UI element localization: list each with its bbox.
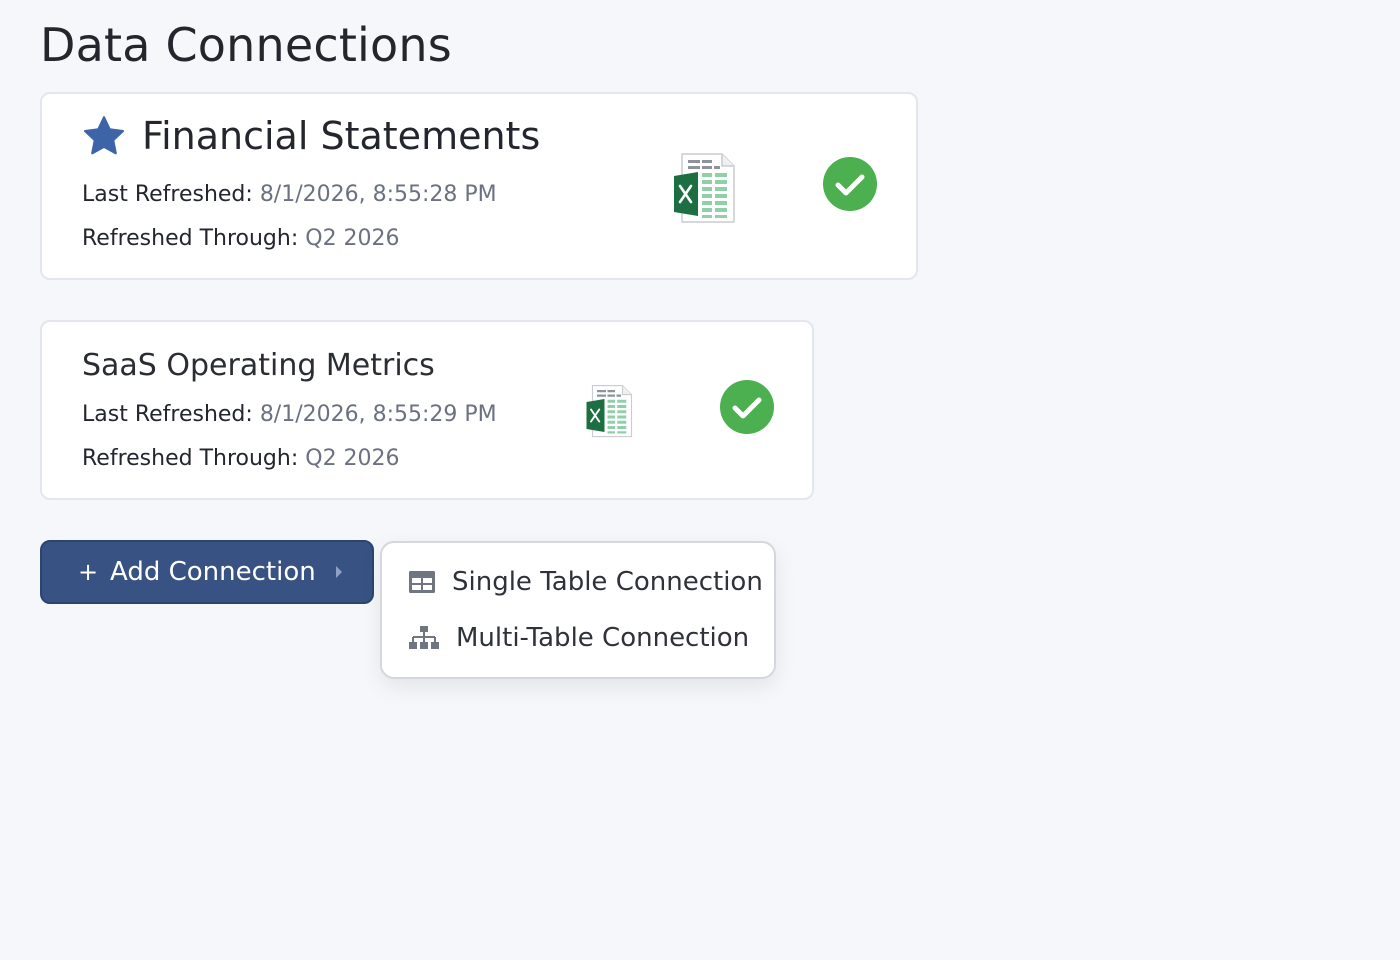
chevron-right-icon	[335, 566, 342, 578]
add-connection-button[interactable]: + Add Connection	[40, 540, 374, 604]
last-refreshed-value: 8/1/2026, 8:55:29 PM	[259, 402, 497, 427]
card-title-row: Financial Statements	[82, 114, 540, 158]
last-refreshed-label: Last Refreshed:	[82, 182, 253, 207]
last-refreshed: Last Refreshed: 8/1/2026, 8:55:29 PM	[82, 402, 497, 427]
connection-card-financial-statements[interactable]: Financial Statements Last Refreshed: 8/1…	[40, 92, 918, 280]
add-connection-label: Add Connection	[110, 557, 316, 587]
table-icon	[409, 571, 435, 593]
menu-item-single-table-connection[interactable]: Single Table Connection	[408, 567, 763, 597]
connection-name: SaaS Operating Metrics	[82, 348, 435, 383]
refreshed-through-label: Refreshed Through:	[82, 446, 299, 471]
plus-icon: +	[78, 558, 99, 586]
menu-item-label: Single Table Connection	[452, 567, 763, 597]
last-refreshed: Last Refreshed: 8/1/2026, 8:55:28 PM	[82, 182, 497, 207]
check-circle-icon	[720, 380, 774, 434]
page-title: Data Connections	[40, 18, 452, 72]
star-icon[interactable]	[82, 114, 126, 158]
menu-item-multi-table-connection[interactable]: Multi-Table Connection	[408, 623, 749, 653]
refreshed-through: Refreshed Through: Q2 2026	[82, 446, 400, 471]
hierarchy-icon	[409, 626, 439, 649]
connection-card-saas-operating-metrics[interactable]: SaaS Operating Metrics Last Refreshed: 8…	[40, 320, 814, 500]
add-connection-menu: Single Table Connection Multi-Table Conn…	[380, 541, 776, 679]
refreshed-through-label: Refreshed Through:	[82, 226, 299, 251]
excel-file-icon	[674, 153, 735, 223]
check-circle-icon	[823, 157, 877, 211]
refreshed-through-value: Q2 2026	[305, 226, 400, 251]
connection-name: Financial Statements	[142, 114, 541, 158]
refreshed-through: Refreshed Through: Q2 2026	[82, 226, 400, 251]
last-refreshed-label: Last Refreshed:	[82, 402, 253, 427]
card-title-row: SaaS Operating Metrics	[82, 348, 435, 383]
refreshed-through-value: Q2 2026	[305, 446, 400, 471]
last-refreshed-value: 8/1/2026, 8:55:28 PM	[259, 182, 497, 207]
menu-item-label: Multi-Table Connection	[456, 623, 750, 653]
excel-file-icon	[586, 384, 633, 438]
